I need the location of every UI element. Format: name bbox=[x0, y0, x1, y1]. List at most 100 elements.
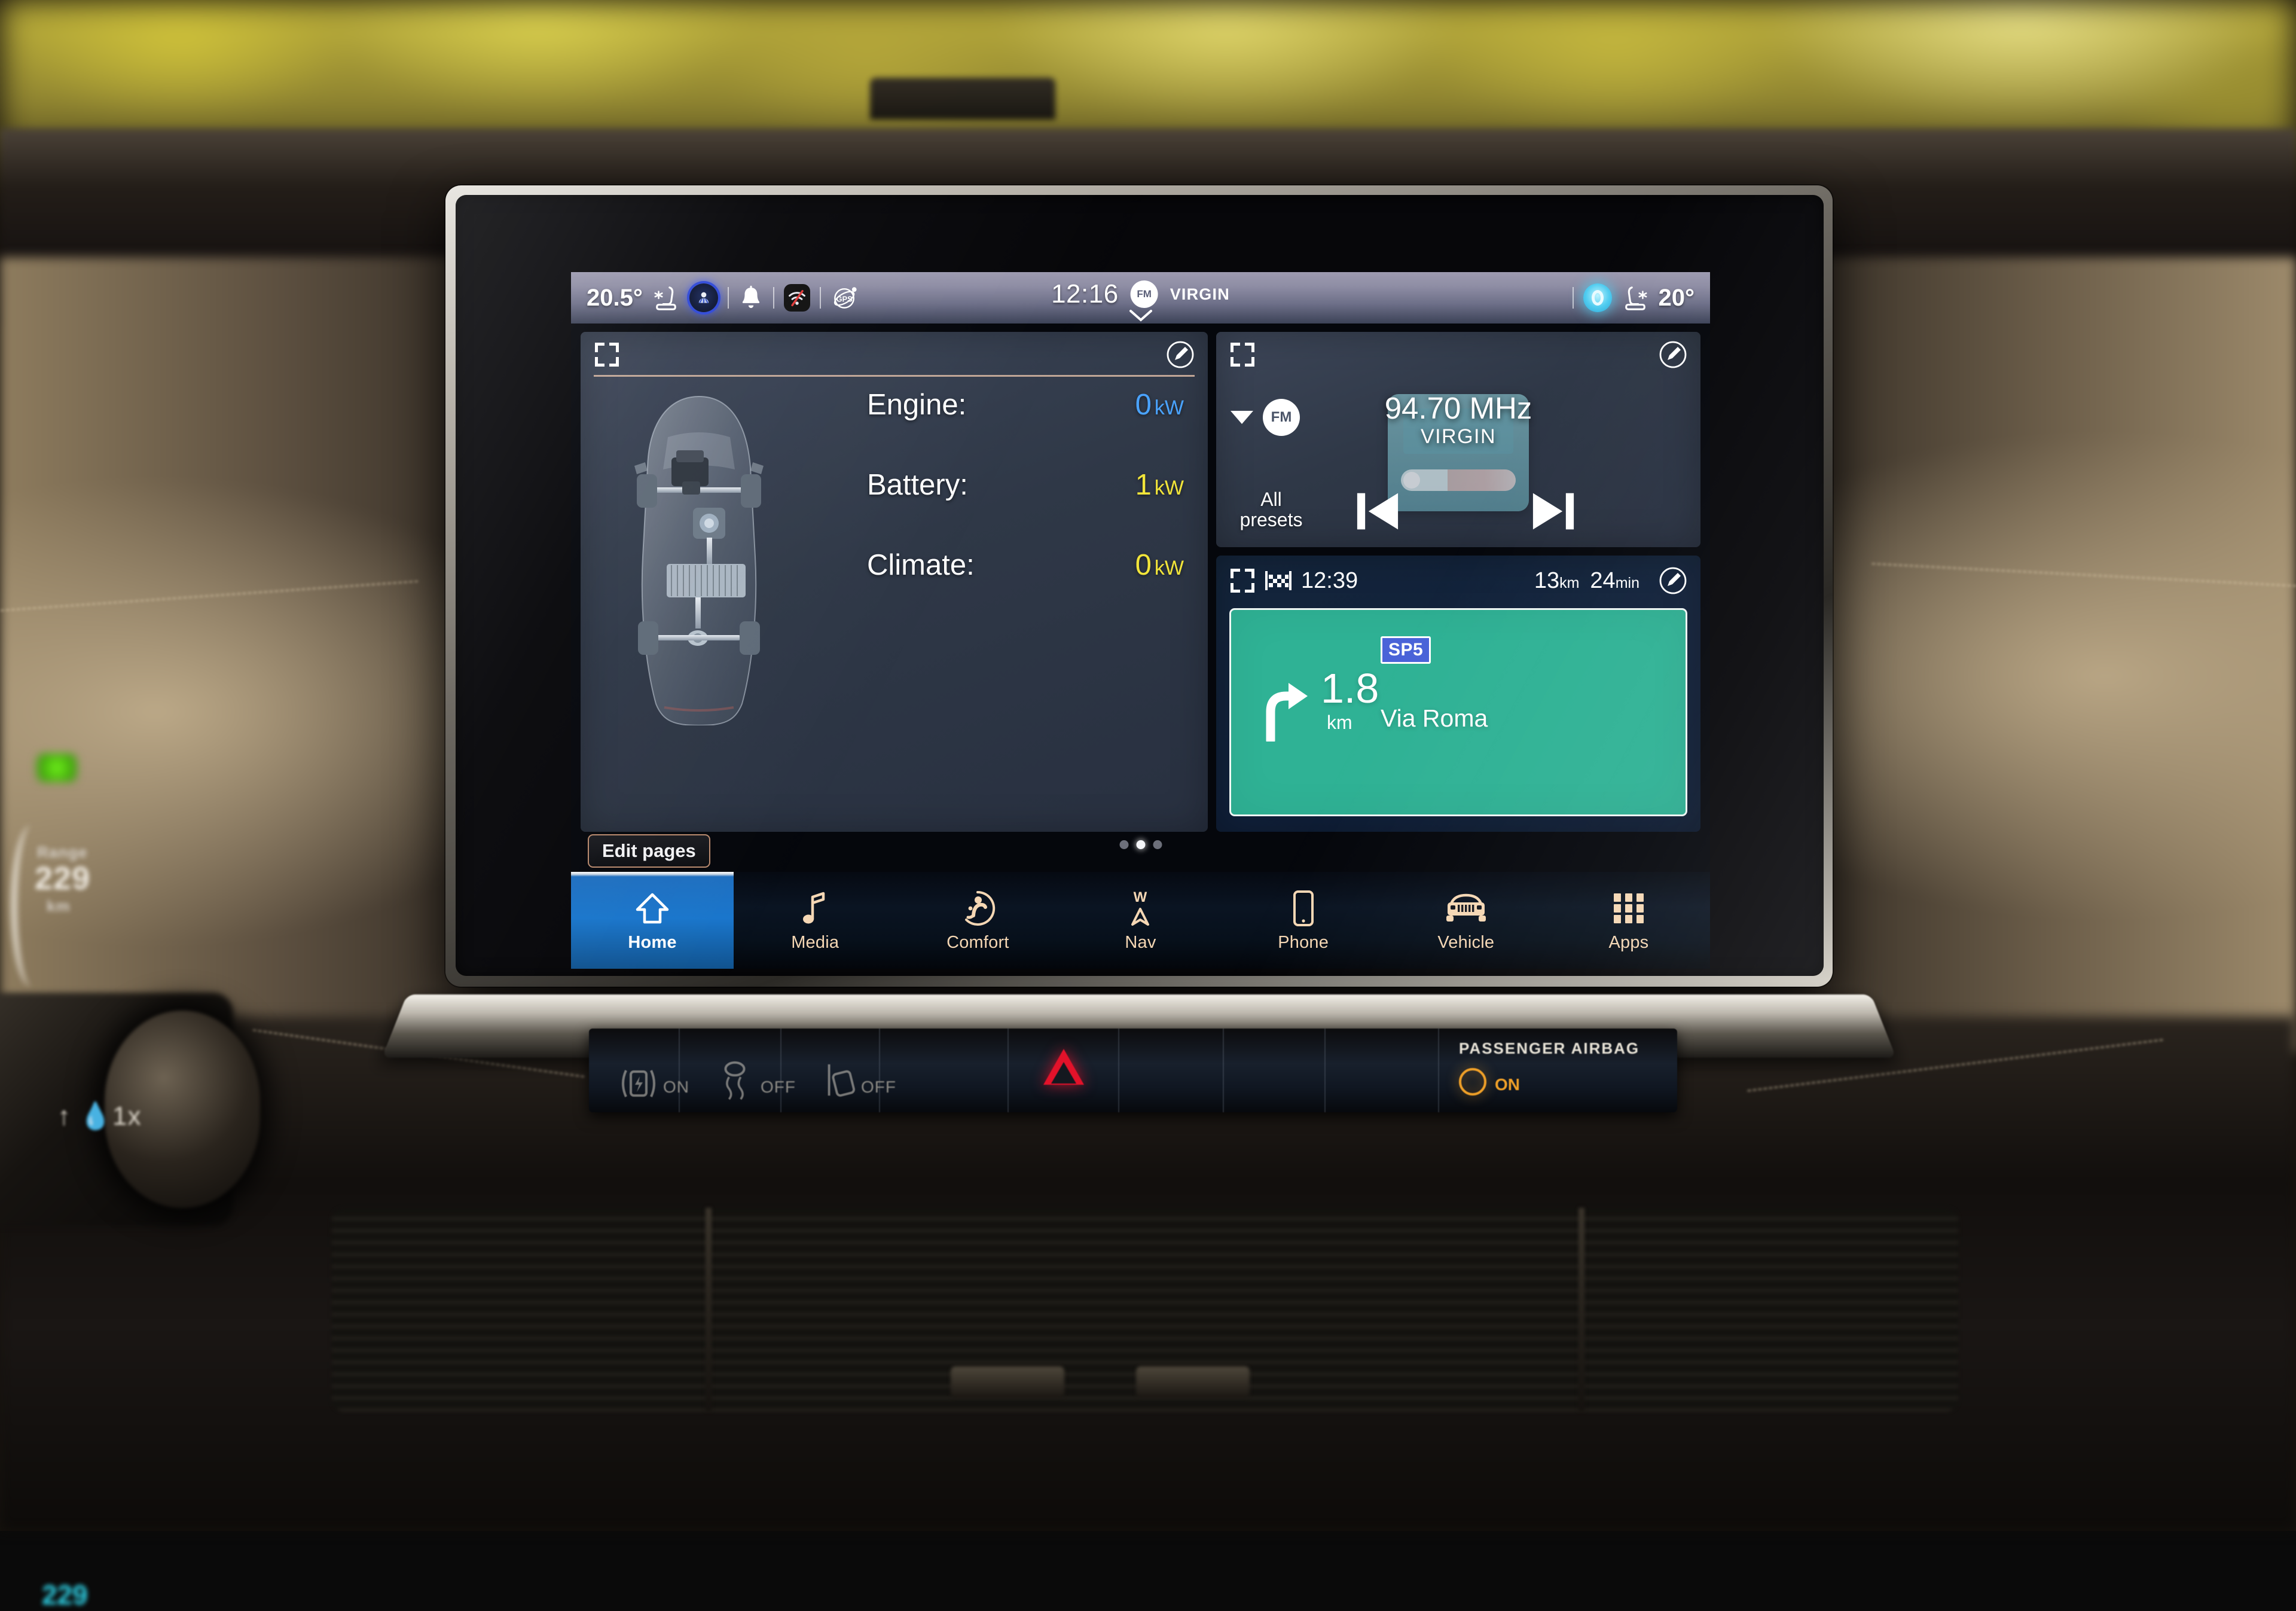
driver-temperature[interactable]: 20.5° bbox=[587, 285, 643, 312]
hazard-triangle-icon[interactable] bbox=[1043, 1049, 1084, 1085]
svg-text:W: W bbox=[1134, 889, 1147, 905]
chevron-down-icon[interactable] bbox=[1129, 309, 1153, 322]
tab-vehicle[interactable]: Vehicle bbox=[1385, 872, 1547, 969]
phone-icon bbox=[1293, 889, 1314, 928]
energy-value: 0 bbox=[1135, 389, 1152, 421]
right-widget-column: FM 94.70 MHz VIRGIN All presets bbox=[1216, 332, 1700, 832]
edit-pencil-icon[interactable] bbox=[1166, 340, 1195, 369]
airbag-off-indicator-icon bbox=[1459, 1068, 1486, 1096]
route-remaining: 13km 24min bbox=[1534, 568, 1639, 594]
physical-button-strip: ON OFF OFF PASSENGER AIRBAG ON bbox=[589, 1029, 1677, 1112]
parking-sensor-off-button[interactable] bbox=[822, 1060, 857, 1100]
page-indicator[interactable] bbox=[1119, 840, 1162, 849]
radio-widget-body: FM 94.70 MHz VIRGIN All presets bbox=[1216, 377, 1700, 547]
tab-label: Phone bbox=[1278, 933, 1329, 953]
passenger-temperature[interactable]: 20° bbox=[1659, 285, 1695, 312]
band-badge: FM bbox=[1131, 280, 1158, 308]
radio-widget-header bbox=[1216, 332, 1700, 377]
energy-value: 1 bbox=[1135, 469, 1152, 501]
home-icon bbox=[636, 889, 669, 928]
tab-home[interactable]: Home bbox=[571, 872, 734, 969]
button-divider bbox=[1007, 1029, 1009, 1112]
radio-station-name: VIRGIN bbox=[1421, 425, 1496, 448]
bell-icon[interactable] bbox=[738, 285, 764, 310]
seat-climate-icon[interactable] bbox=[1622, 284, 1649, 312]
button-divider bbox=[879, 1029, 880, 1112]
cluster-range-unit: km bbox=[47, 897, 71, 916]
traction-control-off-button[interactable] bbox=[716, 1060, 754, 1100]
tab-label: Apps bbox=[1608, 933, 1648, 953]
station-artwork-bar bbox=[1401, 469, 1516, 491]
hybrid-powertrain-top-view bbox=[609, 390, 789, 725]
maneuver-distance-unit: km bbox=[1327, 712, 1352, 734]
tab-label: Home bbox=[628, 933, 676, 953]
turn-right-icon bbox=[1255, 677, 1310, 742]
cluster-secondary-value: 229 bbox=[42, 1579, 114, 1610]
energy-flow-widget[interactable]: Engine: 0kW Battery: 1kW Climate: bbox=[581, 332, 1208, 832]
navigation-widget[interactable]: 12:39 13km 24min 1.8 bbox=[1216, 556, 1700, 832]
all-presets-line2: presets bbox=[1229, 509, 1313, 530]
page-dot[interactable] bbox=[1153, 840, 1162, 849]
cruise-ready-indicator bbox=[36, 753, 78, 782]
energy-widget-header bbox=[581, 332, 1208, 377]
tab-apps[interactable]: Apps bbox=[1547, 872, 1710, 969]
vent-control-slider[interactable] bbox=[1136, 1366, 1250, 1398]
button-divider bbox=[1438, 1029, 1439, 1112]
radio-frequency: 94.70 MHz bbox=[1385, 390, 1532, 426]
now-playing-station: VIRGIN bbox=[1170, 285, 1230, 304]
gps-icon[interactable]: GPS bbox=[831, 284, 859, 312]
button-divider bbox=[679, 1029, 680, 1112]
page-dot[interactable] bbox=[1119, 840, 1128, 849]
status-divider bbox=[820, 287, 821, 309]
band-selector[interactable]: FM bbox=[1231, 399, 1300, 436]
edit-pages-button[interactable]: Edit pages bbox=[588, 834, 710, 868]
seated-person-icon bbox=[960, 889, 996, 928]
all-presets-button[interactable]: All presets bbox=[1229, 489, 1313, 530]
tab-comfort[interactable]: Comfort bbox=[896, 872, 1059, 969]
expand-icon[interactable] bbox=[1229, 341, 1256, 368]
energy-widget-body: Engine: 0kW Battery: 1kW Climate: bbox=[581, 377, 1208, 832]
tab-label: Media bbox=[791, 933, 839, 953]
wiper-single-wipe-icon: ↑ 💧1x bbox=[57, 1100, 177, 1142]
wifi-off-icon[interactable] bbox=[784, 284, 810, 312]
energy-row-battery: Battery: 1kW bbox=[813, 468, 1184, 502]
road-shield: SP5 bbox=[1381, 636, 1431, 664]
radio-widget[interactable]: FM 94.70 MHz VIRGIN All presets bbox=[1216, 332, 1700, 547]
skip-next-icon[interactable] bbox=[1531, 490, 1576, 533]
tab-nav[interactable]: W Nav bbox=[1059, 872, 1222, 969]
passenger-airbag-state: ON bbox=[1495, 1075, 1520, 1094]
music-note-icon bbox=[801, 889, 829, 928]
status-divider bbox=[728, 287, 729, 309]
energy-row-engine: Engine: 0kW bbox=[813, 388, 1184, 422]
widget-grid: Engine: 0kW Battery: 1kW Climate: bbox=[571, 324, 1710, 832]
caret-down-icon[interactable] bbox=[1231, 411, 1253, 424]
tab-phone[interactable]: Phone bbox=[1222, 872, 1385, 969]
band-badge[interactable]: FM bbox=[1263, 399, 1300, 436]
edit-pencil-icon[interactable] bbox=[1659, 340, 1687, 369]
button-divider bbox=[1223, 1029, 1224, 1112]
auto-hold-state: ON bbox=[663, 1078, 689, 1097]
energy-value: 0 bbox=[1135, 549, 1152, 581]
tab-media[interactable]: Media bbox=[734, 872, 896, 969]
tab-label: Comfort bbox=[947, 933, 1009, 953]
parking-sensor-state: OFF bbox=[861, 1078, 896, 1097]
expand-icon[interactable] bbox=[1229, 567, 1256, 594]
jeep-front-icon bbox=[1445, 889, 1488, 928]
page-control-row: Edit pages bbox=[571, 832, 1710, 870]
seat-climate-icon[interactable] bbox=[652, 284, 680, 312]
arrival-time: 12:39 bbox=[1301, 568, 1358, 594]
vent-control-slider[interactable] bbox=[951, 1366, 1064, 1398]
expand-icon[interactable] bbox=[594, 341, 620, 368]
energy-row-climate: Climate: 0kW bbox=[813, 548, 1184, 582]
voice-assistant-icon[interactable] bbox=[1583, 283, 1612, 312]
skip-previous-icon[interactable] bbox=[1355, 490, 1400, 533]
status-divider bbox=[1573, 287, 1574, 309]
edit-pencil-icon[interactable] bbox=[1659, 566, 1687, 595]
auto-hold-button[interactable] bbox=[618, 1066, 660, 1102]
tab-label: Nav bbox=[1125, 933, 1156, 953]
profile-icon[interactable] bbox=[689, 283, 718, 312]
page-dot-active[interactable] bbox=[1136, 840, 1145, 849]
status-divider bbox=[773, 287, 774, 309]
grid-apps-icon bbox=[1613, 889, 1645, 928]
vent-divider bbox=[1578, 1208, 1584, 1411]
